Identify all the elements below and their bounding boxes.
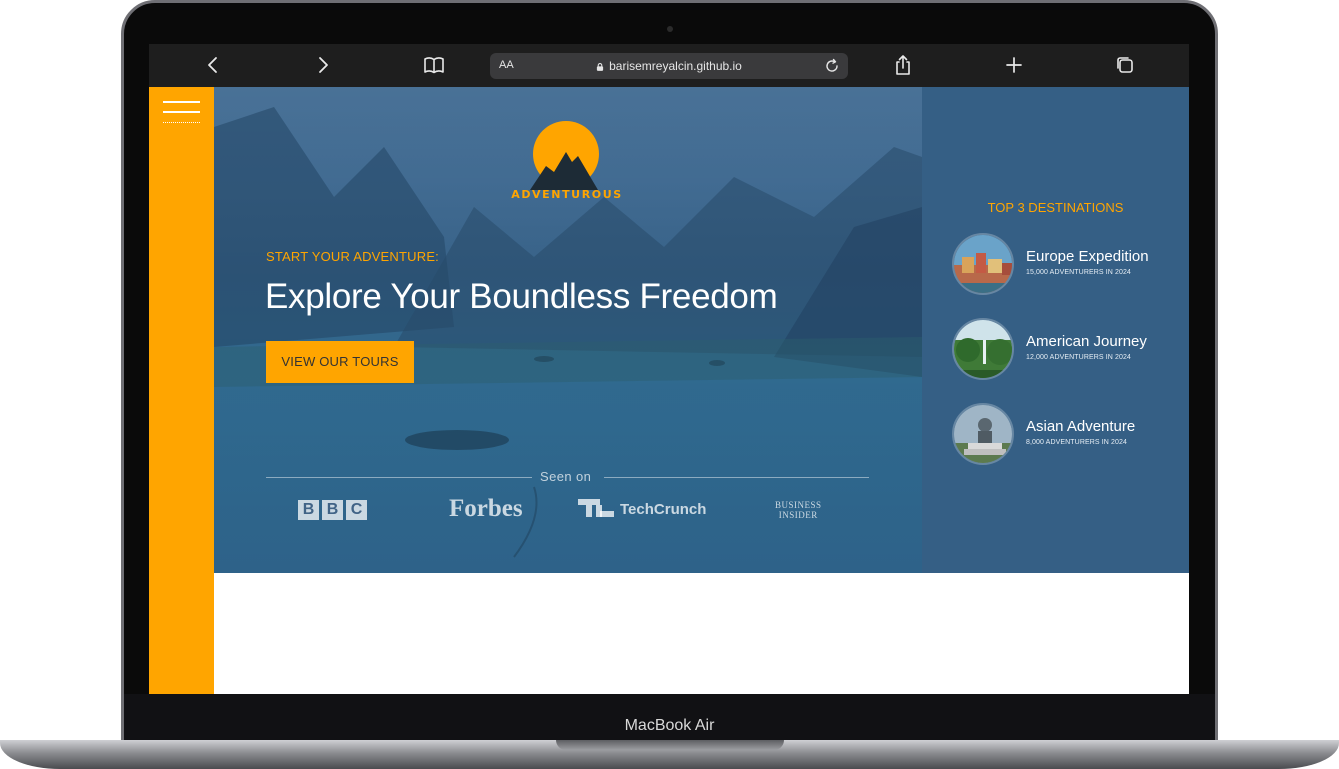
destination-item[interactable]: American Journey 12,000 ADVENTURERS IN 2… bbox=[952, 318, 1182, 380]
screen: AA barisemreyalcin.github.io ADVENTUROUS… bbox=[149, 44, 1189, 694]
seen-on-label: Seen on bbox=[540, 469, 592, 484]
forbes-logo: Forbes bbox=[449, 495, 523, 522]
destination-name: Asian Adventure bbox=[1026, 418, 1136, 435]
hero-headline: Explore Your Boundless Freedom bbox=[265, 277, 778, 316]
reload-icon[interactable] bbox=[824, 58, 840, 74]
browser-toolbar: AA barisemreyalcin.github.io bbox=[149, 44, 1189, 87]
hero-kicker: START YOUR ADVENTURE: bbox=[266, 249, 439, 264]
destination-thumbnail bbox=[952, 403, 1014, 465]
lock-icon bbox=[597, 63, 604, 71]
model-label: MacBook Air bbox=[624, 717, 715, 734]
side-navigation-strip bbox=[149, 87, 214, 694]
techcrunch-logo: TechCrunch bbox=[578, 499, 706, 518]
business-insider-logo: BUSINESS INSIDER bbox=[775, 500, 822, 520]
divider-right bbox=[604, 477, 869, 478]
destination-stat: 8,000 ADVENTURERS IN 2024 bbox=[1026, 439, 1127, 446]
destination-name: American Journey bbox=[1026, 333, 1147, 350]
laptop-hinge-notch bbox=[556, 740, 784, 750]
destination-name: Europe Expedition bbox=[1026, 248, 1149, 265]
destination-item[interactable]: Europe Expedition 15,000 ADVENTURERS IN … bbox=[952, 233, 1182, 295]
share-icon[interactable] bbox=[891, 53, 915, 77]
destination-item[interactable]: Asian Adventure 8,000 ADVENTURERS IN 202… bbox=[952, 403, 1182, 465]
destinations-title: TOP 3 DESTINATIONS bbox=[987, 200, 1124, 215]
new-tab-icon[interactable] bbox=[1002, 53, 1026, 77]
destination-thumbnail bbox=[952, 318, 1014, 380]
forward-icon[interactable] bbox=[311, 53, 335, 77]
tabs-icon[interactable] bbox=[1113, 53, 1137, 77]
url-text-wrap: barisemreyalcin.github.io bbox=[490, 59, 848, 73]
destination-stat: 12,000 ADVENTURERS IN 2024 bbox=[1026, 354, 1131, 361]
hamburger-menu-icon[interactable] bbox=[163, 99, 200, 127]
brand-wordmark: ADVENTUROUS bbox=[511, 188, 623, 201]
divider-left bbox=[266, 477, 532, 478]
destination-thumbnail bbox=[952, 233, 1014, 295]
web-page: ADVENTUROUS START YOUR ADVENTURE: Explor… bbox=[149, 87, 1189, 694]
camera-icon bbox=[667, 26, 673, 32]
bookmarks-icon[interactable] bbox=[422, 53, 446, 77]
destination-stat: 15,000 ADVENTURERS IN 2024 bbox=[1026, 269, 1131, 276]
techcrunch-mark-icon bbox=[578, 499, 614, 517]
page-content-below-fold bbox=[214, 573, 1189, 694]
back-icon[interactable] bbox=[201, 53, 225, 77]
bbc-logo: BBC bbox=[298, 500, 370, 520]
top-destinations-panel: TOP 3 DESTINATIONS Europe Expedition 15,… bbox=[922, 87, 1189, 573]
address-bar[interactable]: AA barisemreyalcin.github.io bbox=[490, 53, 848, 79]
url-text: barisemreyalcin.github.io bbox=[609, 59, 742, 73]
hero-section: ADVENTUROUS START YOUR ADVENTURE: Explor… bbox=[214, 87, 922, 573]
view-tours-button[interactable]: VIEW OUR TOURS bbox=[266, 341, 414, 383]
